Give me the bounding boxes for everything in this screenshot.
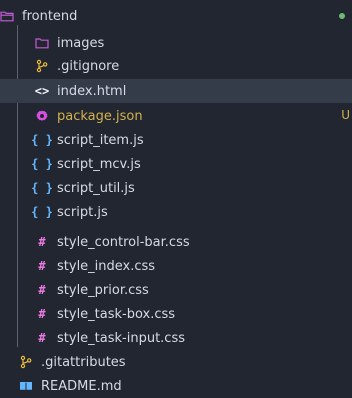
item-style-task-box-css[interactable]: # style_task-box.css xyxy=(0,302,352,326)
item-label: images xyxy=(57,35,105,51)
html-icon: <> xyxy=(34,84,50,98)
item-label: style_task-input.css xyxy=(57,330,185,346)
js-icon: { } xyxy=(31,205,53,219)
folder-icon xyxy=(35,36,49,50)
item-label: package.json xyxy=(57,108,143,124)
item-script-js[interactable]: { } script.js xyxy=(0,200,352,224)
item-readme-md[interactable]: README.md xyxy=(0,374,352,398)
item-label: .gitattributes xyxy=(41,354,126,370)
book-icon xyxy=(19,379,33,393)
item-style-task-input-css[interactable]: # style_task-input.css xyxy=(0,326,352,350)
item-label: script_mcv.js xyxy=(57,156,141,172)
folder-open-icon xyxy=(0,9,14,23)
item-style-control-bar-css[interactable]: # style_control-bar.css xyxy=(0,230,352,254)
folder-label: frontend xyxy=(22,8,78,24)
item-package-json[interactable]: package.json U xyxy=(0,104,352,128)
item-label: style_task-box.css xyxy=(57,306,176,322)
item-script-mcv-js[interactable]: { } script_mcv.js xyxy=(0,152,352,176)
item-label: style_index.css xyxy=(57,258,156,274)
item-label: README.md xyxy=(41,378,122,394)
git-icon xyxy=(19,355,33,369)
css-icon: # xyxy=(38,307,46,321)
git-icon xyxy=(35,59,49,73)
status-dot xyxy=(339,13,345,19)
item-gitattributes[interactable]: .gitattributes xyxy=(0,350,352,374)
item-index-html[interactable]: <> index.html xyxy=(0,79,352,103)
css-icon: # xyxy=(38,331,46,345)
folder-frontend[interactable]: frontend xyxy=(0,4,352,28)
item-label: index.html xyxy=(57,83,127,99)
css-icon: # xyxy=(38,235,46,249)
item-label: script_item.js xyxy=(57,132,144,148)
item-style-index-css[interactable]: # style_index.css xyxy=(0,254,352,278)
status-badge: U xyxy=(341,108,350,122)
item-script-item-js[interactable]: { } script_item.js xyxy=(0,128,352,152)
item-style-prior-css[interactable]: # style_prior.css xyxy=(0,278,352,302)
gear-icon xyxy=(35,109,49,123)
file-explorer: frontend images .gitignore <> index.html xyxy=(0,0,352,396)
item-script-util-js[interactable]: { } script_util.js xyxy=(0,176,352,200)
js-icon: { } xyxy=(31,133,53,147)
css-icon: # xyxy=(38,283,46,297)
item-label: style_prior.css xyxy=(57,282,149,298)
item-label: script.js xyxy=(57,204,108,220)
css-icon: # xyxy=(38,259,46,273)
js-icon: { } xyxy=(31,157,53,171)
item-images[interactable]: images xyxy=(0,31,352,55)
item-label: script_util.js xyxy=(57,180,135,196)
item-gitignore[interactable]: .gitignore xyxy=(0,54,352,78)
item-label: style_control-bar.css xyxy=(57,234,190,250)
js-icon: { } xyxy=(31,181,53,195)
item-label: .gitignore xyxy=(57,58,120,74)
